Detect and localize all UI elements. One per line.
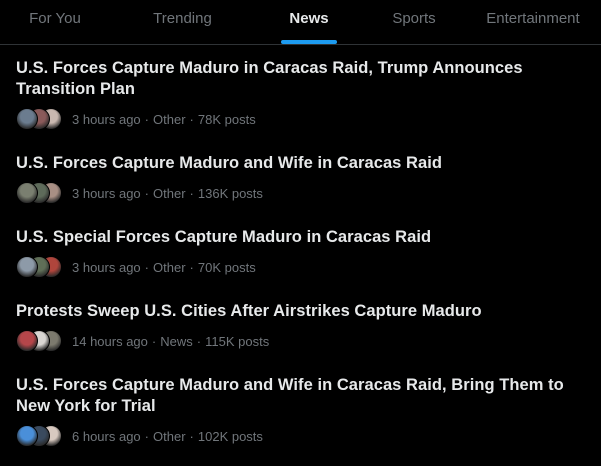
story-category: Other	[153, 259, 186, 275]
story-time: 3 hours ago	[72, 259, 141, 275]
story-post-count: 102K posts	[197, 428, 263, 444]
story-category: Other	[153, 111, 186, 127]
news-story[interactable]: U.S. Forces Capture Maduro in Caracas Ra…	[0, 46, 601, 131]
tab-label: For You	[29, 9, 81, 27]
avatar-group	[16, 182, 68, 204]
story-meta: 3 hours ago · Other · 78K posts	[16, 107, 585, 131]
story-category: Other	[153, 185, 186, 201]
avatar-group	[16, 425, 68, 447]
tab-entertainment[interactable]: Entertainment	[465, 0, 601, 44]
avatar-group	[16, 108, 68, 130]
story-time: 3 hours ago	[72, 185, 141, 201]
avatar	[16, 256, 38, 278]
story-meta: 6 hours ago · Other · 102K posts	[16, 424, 585, 448]
avatar-group	[16, 330, 68, 352]
story-meta: 14 hours ago · News · 115K posts	[16, 329, 585, 353]
separator: ·	[144, 111, 150, 127]
avatar	[16, 182, 38, 204]
active-tab-indicator	[281, 40, 337, 44]
story-time: 3 hours ago	[72, 111, 141, 127]
news-story[interactable]: Protests Sweep U.S. Cities After Airstri…	[0, 289, 601, 353]
news-list: U.S. Forces Capture Maduro in Caracas Ra…	[0, 46, 601, 458]
separator: ·	[144, 428, 150, 444]
separator: ·	[189, 185, 194, 201]
separator: ·	[189, 259, 194, 275]
story-headline: U.S. Special Forces Capture Maduro in Ca…	[16, 228, 432, 246]
story-category: Other	[153, 428, 186, 444]
story-time: 6 hours ago	[72, 428, 141, 444]
story-post-count: 70K posts	[197, 259, 256, 275]
story-headline: U.S. Forces Capture Maduro in Caracas Ra…	[16, 59, 523, 98]
news-story[interactable]: U.S. Forces Capture Maduro and Wife in C…	[0, 141, 601, 205]
story-category: News	[160, 333, 193, 349]
avatar	[16, 108, 38, 130]
explore-tabs: For You Trending News Sports Entertainme…	[0, 0, 601, 45]
separator: ·	[189, 111, 194, 127]
story-meta: 3 hours ago · Other · 70K posts	[16, 255, 585, 279]
separator: ·	[144, 259, 150, 275]
avatar	[16, 425, 38, 447]
story-headline: U.S. Forces Capture Maduro and Wife in C…	[16, 376, 564, 415]
news-story[interactable]: U.S. Forces Capture Maduro and Wife in C…	[0, 363, 601, 448]
story-headline: Protests Sweep U.S. Cities After Airstri…	[16, 302, 482, 320]
news-story[interactable]: U.S. Special Forces Capture Maduro in Ca…	[0, 215, 601, 279]
story-post-count: 78K posts	[197, 111, 256, 127]
tab-news[interactable]: News	[255, 0, 363, 44]
story-post-count: 136K posts	[197, 185, 263, 201]
story-time: 14 hours ago	[72, 333, 148, 349]
tab-label: Trending	[153, 9, 212, 27]
tab-trending[interactable]: Trending	[110, 0, 255, 44]
tab-label: News	[289, 9, 329, 27]
story-post-count: 115K posts	[205, 333, 270, 349]
separator: ·	[151, 333, 157, 349]
separator: ·	[144, 185, 150, 201]
tab-for-you[interactable]: For You	[0, 0, 110, 44]
tab-label: Entertainment	[486, 9, 580, 27]
tab-sports[interactable]: Sports	[363, 0, 465, 44]
story-headline: U.S. Forces Capture Maduro and Wife in C…	[16, 154, 442, 172]
story-meta: 3 hours ago · Other · 136K posts	[16, 181, 585, 205]
avatar	[16, 330, 38, 352]
avatar-group	[16, 256, 68, 278]
separator: ·	[189, 428, 194, 444]
tab-label: Sports	[392, 9, 436, 27]
separator: ·	[196, 333, 202, 349]
